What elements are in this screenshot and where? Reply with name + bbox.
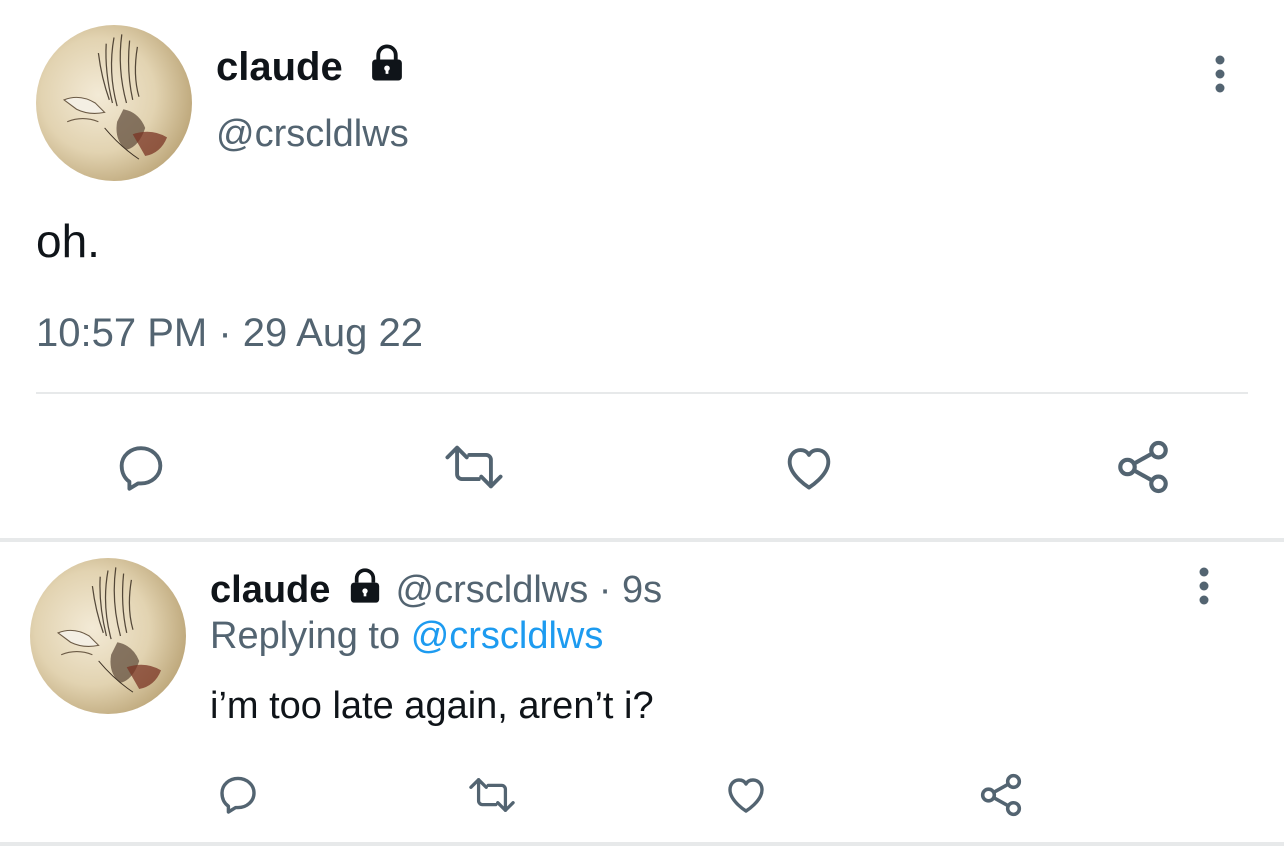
- like-icon[interactable]: [778, 438, 840, 496]
- handle[interactable]: @crscldlws: [216, 112, 409, 156]
- reply-avatar[interactable]: [30, 558, 186, 714]
- avatar-illustration: [62, 34, 168, 160]
- divider: [36, 392, 1248, 394]
- more-options-icon[interactable]: [1202, 52, 1238, 96]
- time-ago[interactable]: 9s: [622, 569, 662, 611]
- share-icon[interactable]: [976, 770, 1026, 820]
- lock-icon: [345, 566, 385, 606]
- avatar[interactable]: [36, 25, 192, 181]
- replying-to-link[interactable]: @crscldlws: [411, 615, 604, 657]
- retweet-icon[interactable]: [437, 438, 511, 496]
- reply-icon[interactable]: [214, 770, 262, 818]
- reply-more-options-icon[interactable]: [1186, 564, 1222, 608]
- reply-header: claude @crscldlws · 9s: [210, 566, 662, 612]
- bottom-divider: [0, 842, 1284, 846]
- separator: ·: [598, 569, 612, 611]
- timestamp[interactable]: 10:57 PM · 29 Aug 22: [36, 310, 423, 356]
- reply-text: i’m too late again, aren’t i?: [210, 685, 654, 727]
- lock-icon: [366, 42, 408, 84]
- replying-to-line: Replying to @crscldlws: [210, 614, 603, 658]
- section-divider: [0, 538, 1284, 542]
- avatar-illustration: [56, 567, 162, 693]
- reply-handle[interactable]: @crscldlws: [396, 569, 589, 611]
- tweet-text: oh.: [36, 215, 100, 267]
- display-name[interactable]: claude: [216, 44, 343, 90]
- like-icon[interactable]: [720, 770, 772, 818]
- reply-display-name[interactable]: claude: [210, 569, 330, 611]
- replying-to-label: Replying to: [210, 615, 401, 657]
- reply-icon[interactable]: [112, 438, 170, 496]
- share-icon[interactable]: [1112, 436, 1174, 498]
- retweet-icon[interactable]: [462, 772, 522, 818]
